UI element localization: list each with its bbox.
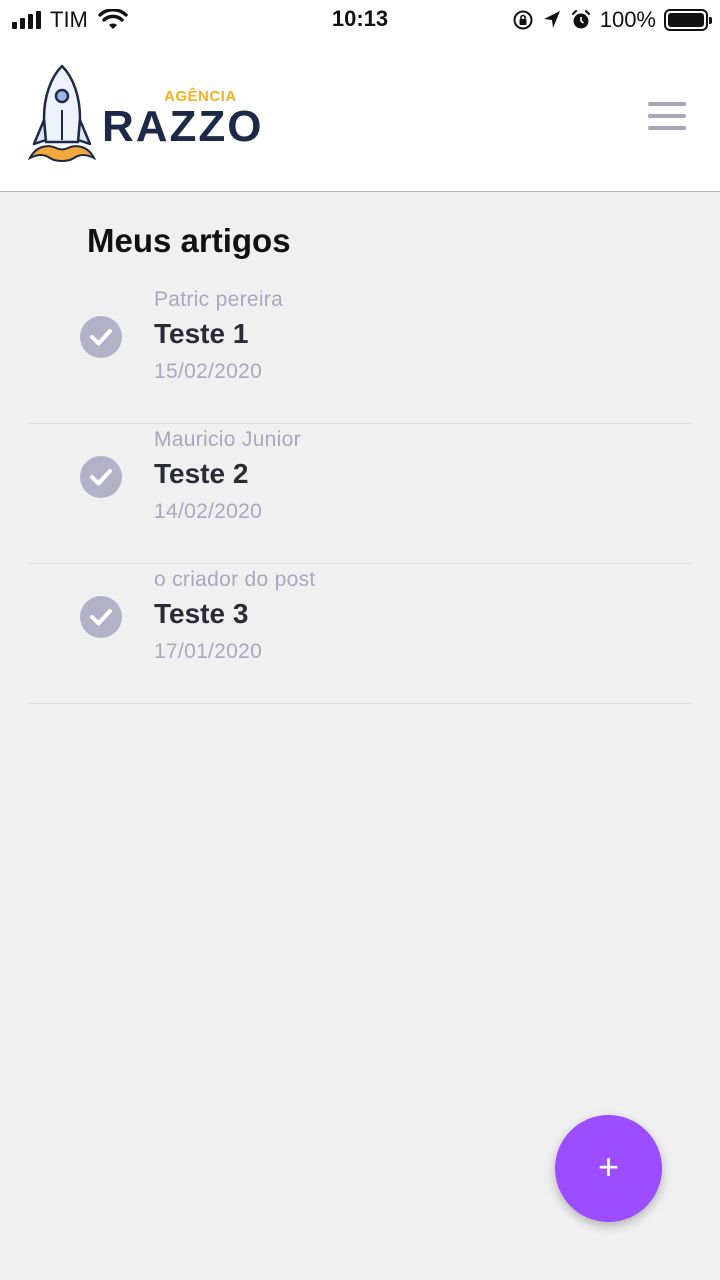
app-header: AGÊNCIA RAZZO — [0, 40, 720, 192]
agency-logo[interactable]: AGÊNCIA RAZZO — [26, 62, 286, 170]
alarm-icon — [571, 9, 590, 29]
battery-icon — [664, 9, 712, 31]
status-bar: TIM 10:13 100% — [0, 0, 720, 40]
article-item[interactable]: Patric pereira Teste 1 15/02/2020 — [28, 284, 692, 424]
hamburger-icon — [648, 102, 686, 106]
status-right: 100% — [512, 6, 712, 34]
article-title: Teste 1 — [154, 318, 249, 349]
article-item[interactable]: o criador do post Teste 3 17/01/2020 — [28, 564, 692, 704]
check-circle-icon — [80, 316, 122, 358]
article-author: o criador do post — [154, 568, 316, 591]
logo-wordmark: RAZZO — [102, 102, 264, 151]
page-title: Meus artigos — [87, 222, 291, 259]
article-date: 15/02/2020 — [154, 360, 263, 383]
add-article-button[interactable]: + — [555, 1115, 662, 1222]
article-date: 17/01/2020 — [154, 640, 263, 663]
orientation-lock-icon — [513, 10, 533, 30]
menu-button[interactable] — [648, 102, 686, 130]
rocket-icon — [27, 64, 97, 162]
battery-percent: 100% — [599, 7, 656, 32]
article-item[interactable]: Mauricio Junior Teste 2 14/02/2020 — [28, 424, 692, 564]
article-date: 14/02/2020 — [154, 500, 263, 523]
hamburger-line — [648, 126, 686, 130]
hamburger-line — [648, 114, 686, 118]
article-list: Patric pereira Teste 1 15/02/2020 Mauric… — [28, 284, 692, 704]
check-circle-icon — [80, 596, 122, 638]
check-circle-icon — [80, 456, 122, 498]
location-icon — [543, 11, 560, 28]
article-title: Teste 3 — [154, 598, 249, 629]
article-author: Mauricio Junior — [154, 428, 301, 451]
article-author: Patric pereira — [154, 288, 284, 311]
article-title: Teste 2 — [154, 458, 249, 489]
